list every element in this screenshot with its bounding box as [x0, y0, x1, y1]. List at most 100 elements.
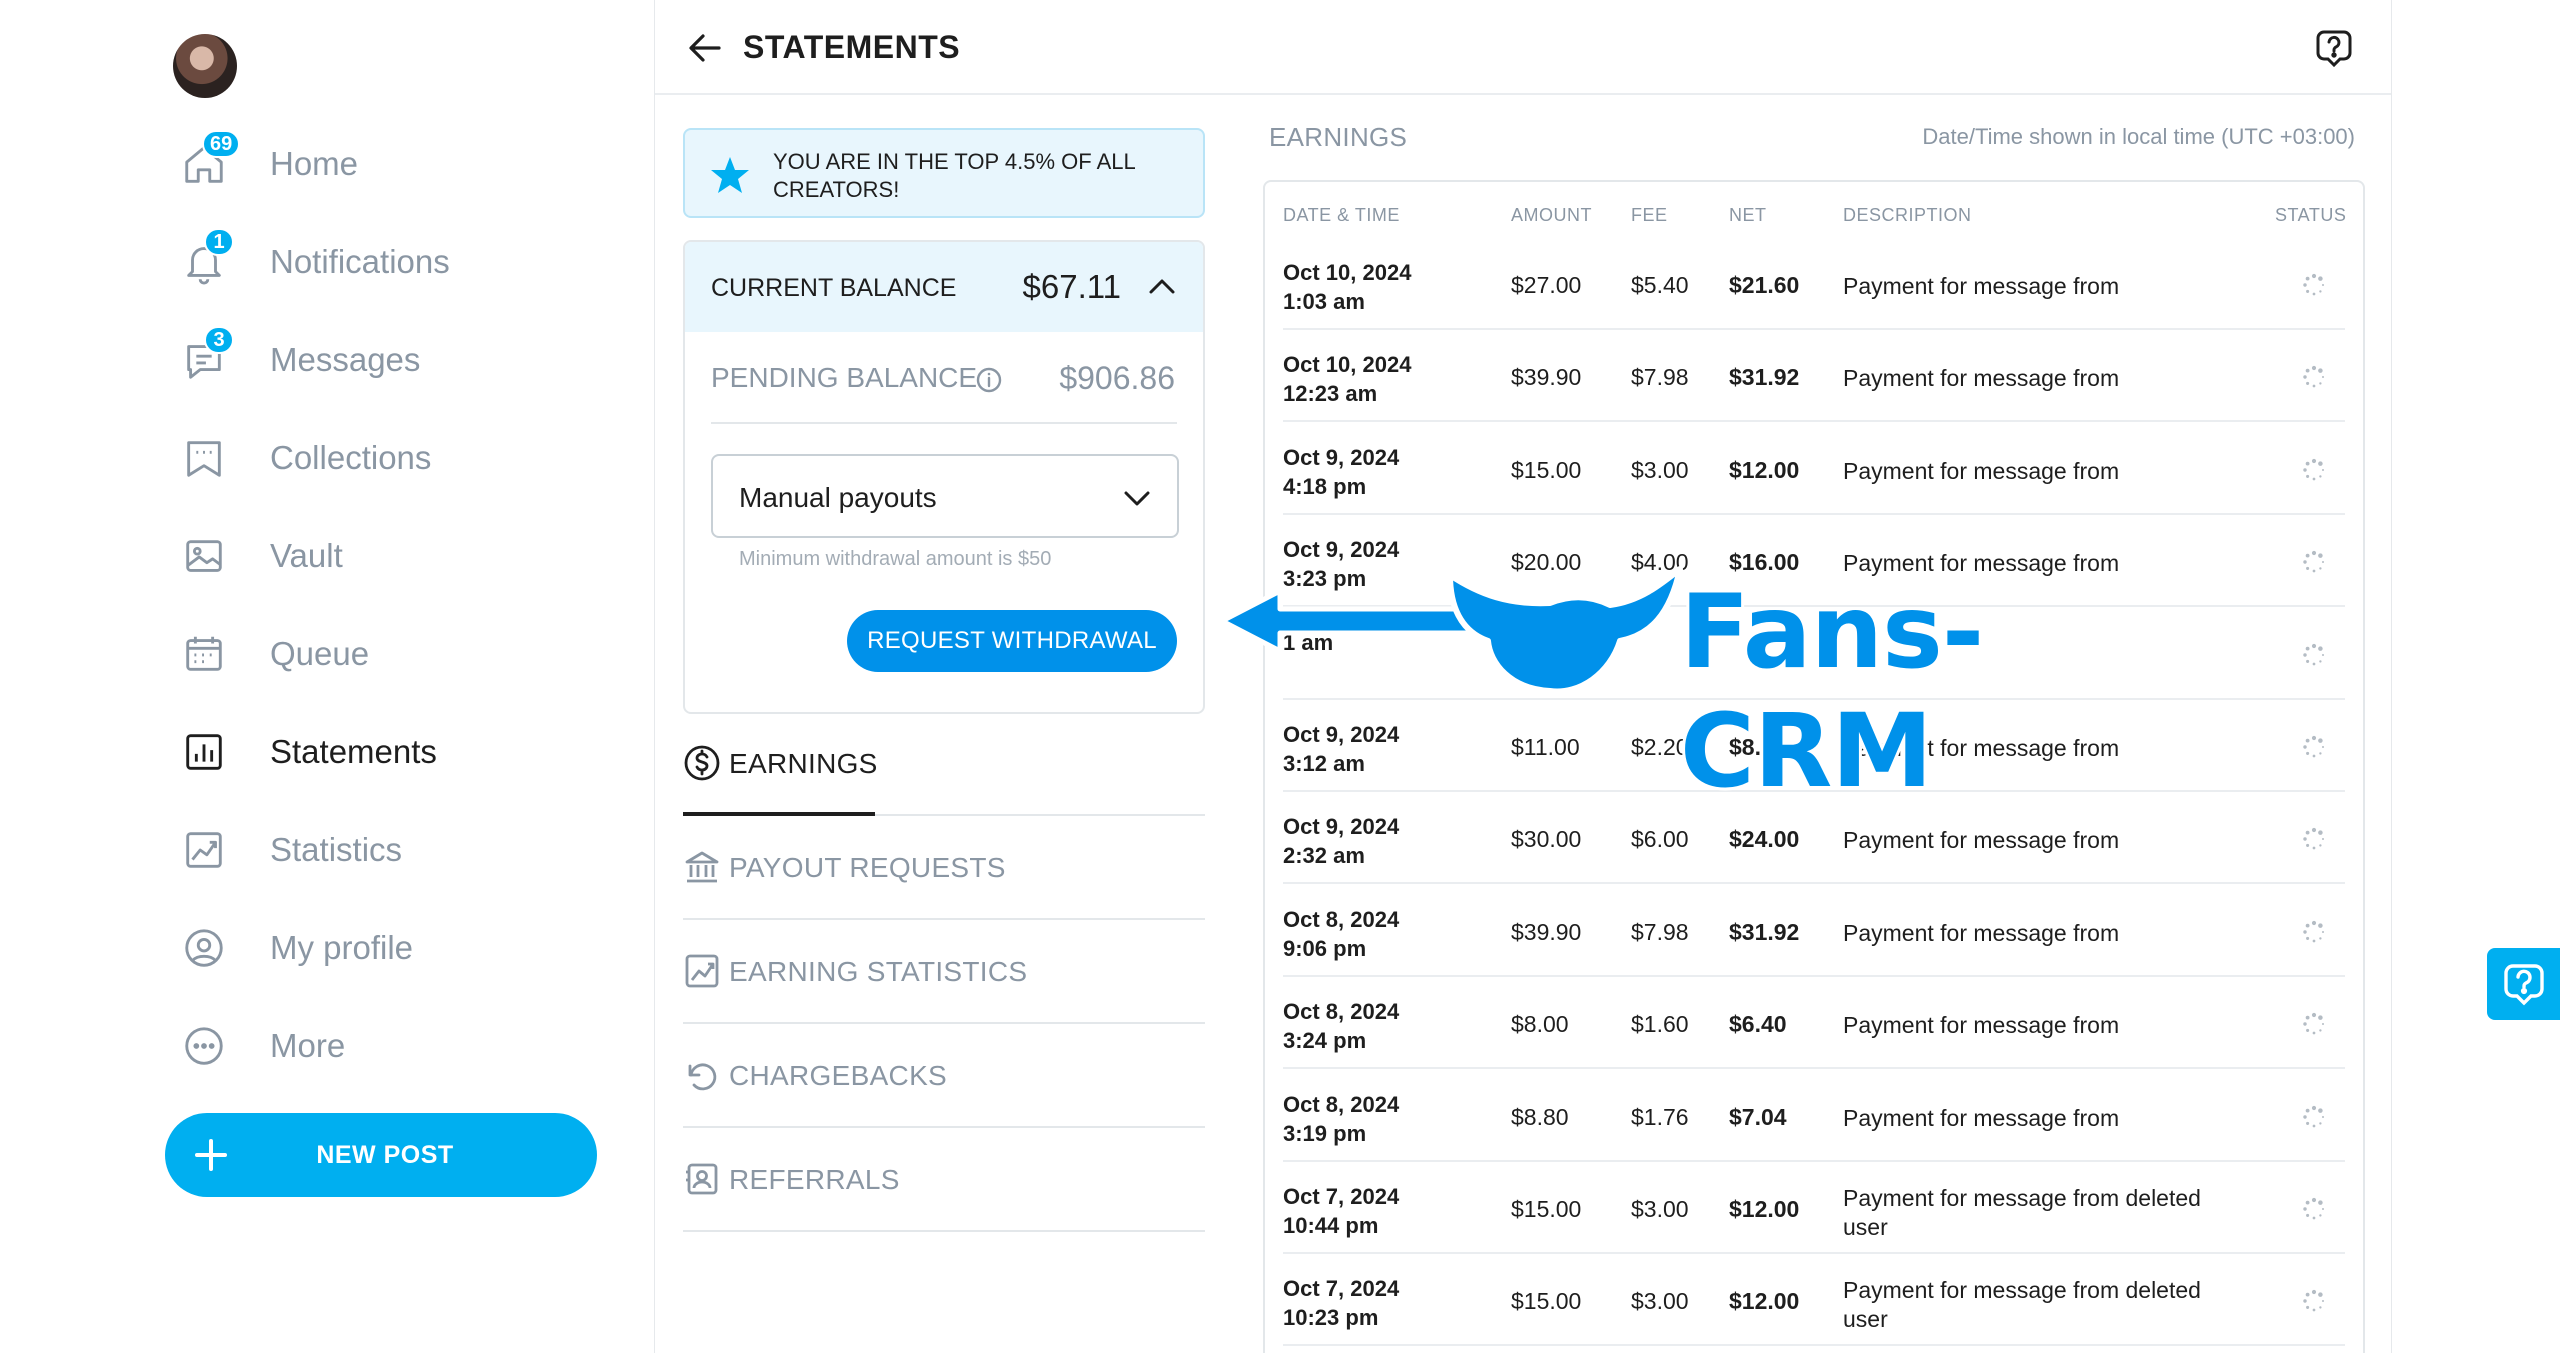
back-arrow-icon[interactable]	[685, 28, 725, 68]
row-description: Payment for message from deleted user	[1843, 1185, 2201, 1240]
table-row[interactable]: Oct 9, 2024 3:12 am $11.00 $2.20 $8.80 Paymen…	[1283, 700, 2345, 792]
tab-payout-requests[interactable]: PAYOUT REQUESTS	[683, 816, 1205, 920]
table-row[interactable]: Oct 8, 2024 3:19 pm $8.80 $1.76 $7.04 Payment…	[1283, 1070, 2345, 1162]
sidebar-item-vault[interactable]: Vault	[180, 526, 343, 586]
tab-label: REFERRALS	[729, 1164, 900, 1195]
row-description: Payment for message from	[1843, 273, 2120, 299]
table-row[interactable]: Oct 10, 2024 12:23 am $39.90 $7.98 $31.92 Pay…	[1283, 330, 2345, 423]
row-time: 3:12 am	[1283, 751, 1365, 776]
sidebar-item-label: Notifications	[270, 243, 450, 280]
sidebar-item-statistics[interactable]: Statistics	[180, 820, 402, 880]
profile-icon	[180, 924, 228, 972]
notifications-badge: 1	[204, 228, 234, 256]
row-date: Oct 8, 2024	[1283, 1091, 1400, 1117]
divider	[711, 422, 1177, 424]
row-datetime: Oct 7, 2024 10:44 pm	[1283, 1182, 1399, 1240]
row-time: 3:23 pm	[1283, 566, 1367, 592]
pending-balance-value: $906.86	[1059, 360, 1175, 396]
sidebar-item-messages[interactable]: 3 Messages	[180, 326, 421, 390]
undo-icon	[688, 1063, 717, 1091]
row-datetime: Oct 8, 2024 3:24 pm	[1283, 997, 1399, 1055]
floating-help-button[interactable]	[2487, 948, 2560, 1020]
sidebar-item-queue[interactable]: Queue	[180, 624, 369, 684]
row-time: 2:32 am	[1283, 843, 1365, 869]
sidebar-item-my-profile[interactable]: My profile	[180, 918, 413, 978]
sidebar-item-notifications[interactable]: 1 Notifications	[180, 228, 450, 292]
row-amount: $20.00	[1511, 549, 1582, 576]
row-amount: $8.00	[1511, 1011, 1569, 1038]
row-datetime: Oct 10, 2024 1:03 am	[1283, 258, 1411, 316]
row-net: $12.00	[1729, 1288, 1800, 1315]
table-row[interactable]: Oct 7, 2024 10:44 pm $15.00 $3.00 $12.00 Paym…	[1283, 1162, 2345, 1254]
row-net: $12.00	[1729, 1196, 1800, 1222]
timezone-note: Date/Time shown in local time (UTC +03:0…	[1922, 124, 2355, 149]
tab-chargebacks[interactable]: CHARGEBACKS	[683, 1024, 1205, 1128]
sidebar-item-more[interactable]: More	[180, 1016, 345, 1076]
sidebar-item-home[interactable]: 69 Home	[180, 130, 359, 194]
spinner-icon	[2303, 828, 2324, 850]
table-row[interactable]: Oct 10, 2024 1:03 am $27.00 $5.40 $21.60 Paym…	[1283, 238, 2345, 330]
column-header-net: NET	[1729, 205, 1767, 225]
table-row[interactable]: Oct 7, 2024 10:23 pm $15.00 $3.00 $12.00 Paym…	[1283, 1254, 2345, 1347]
row-amount: $39.90	[1511, 918, 1582, 945]
spinner-icon	[2303, 1197, 2324, 1220]
row-net: $12.00	[1729, 456, 1800, 483]
payout-mode-select[interactable]: Manual payouts	[711, 454, 1179, 538]
sidebar: 69 Home 1 Notifications 3 Messages Colle…	[0, 0, 654, 1353]
sidebar-item-label: Queue	[270, 635, 370, 672]
row-amount: $15.00	[1511, 456, 1582, 483]
table-row[interactable]: Oct 9, 2024 4:18 pm $15.00 $3.00 $12.00 Payme…	[1283, 423, 2345, 515]
messages-badge: 3	[204, 326, 234, 354]
tab-referrals[interactable]: REFERRALS	[683, 1128, 1205, 1232]
sidebar-item-label: Collections	[270, 439, 432, 476]
info-icon[interactable]	[975, 366, 1003, 394]
table-row[interactable]: Oct 9, 2024 2:32 am $30.00 $6.00 $24.00 Payme…	[1283, 792, 2345, 885]
new-post-label: NEW POST	[316, 1140, 454, 1169]
request-withdrawal-button[interactable]: REQUEST WITHDRAWAL	[847, 610, 1177, 672]
row-amount: $15.00	[1511, 1196, 1582, 1222]
row-datetime: Oct 9, 2024 4:18 pm	[1283, 443, 1399, 501]
row-description: Payment for message from	[1843, 827, 2120, 854]
column-header-date: DATE & TIME	[1283, 205, 1400, 225]
row-date: Oct 10, 2024	[1283, 352, 1412, 378]
chevron-up-icon[interactable]	[1145, 270, 1179, 304]
plus-icon	[193, 1137, 229, 1173]
avatar[interactable]	[173, 34, 237, 98]
help-icon	[2503, 964, 2544, 1006]
spinner-icon	[2303, 458, 2324, 481]
home-badge: 69	[202, 130, 241, 158]
column-header-description: DESCRIPTION	[1843, 205, 1972, 225]
sidebar-item-label: Home	[270, 145, 359, 182]
tab-earning-statistics[interactable]: EARNING STATISTICS	[683, 920, 1205, 1024]
tab-earnings[interactable]: EARNINGS	[683, 712, 1205, 816]
current-balance-header[interactable]: CURRENT BALANCE $67.11	[685, 242, 1203, 332]
spinner-icon	[2303, 643, 2324, 665]
earnings-title: EARNINGS	[1269, 122, 1408, 152]
row-date: Oct 9, 2024	[1283, 722, 1400, 747]
sidebar-item-label: Messages	[270, 341, 421, 378]
page-title: STATEMENTS	[743, 29, 961, 65]
row-date: Oct 10, 2024	[1283, 260, 1412, 285]
min-withdrawal-note: Minimum withdrawal amount is $50	[739, 548, 1052, 570]
spinner-icon	[2303, 1013, 2324, 1035]
row-net: $7.04	[1729, 1103, 1787, 1130]
current-balance-label: CURRENT BALANCE	[711, 274, 957, 302]
row-description: Payment for message from	[1843, 735, 2120, 761]
row-fee: $4.00	[1631, 549, 1689, 576]
trend-icon	[180, 826, 228, 874]
new-post-button[interactable]: NEW POST	[165, 1113, 597, 1197]
image-icon	[180, 532, 228, 580]
help-icon[interactable]	[2314, 28, 2354, 68]
sidebar-item-statements[interactable]: Statements	[180, 722, 437, 782]
table-row[interactable]: 1 am	[1283, 608, 2345, 700]
row-datetime: Oct 8, 2024 9:06 pm	[1283, 905, 1399, 963]
row-date: Oct 8, 2024	[1283, 999, 1400, 1025]
tab-label: CHARGEBACKS	[729, 1060, 948, 1091]
table-row[interactable]: Oct 8, 2024 9:06 pm $39.90 $7.98 $31.92 Payme…	[1283, 885, 2345, 977]
row-datetime: Oct 9, 2024 3:23 pm	[1283, 535, 1399, 593]
row-fee: $3.00	[1631, 1288, 1689, 1315]
sidebar-item-collections[interactable]: Collections	[180, 428, 431, 488]
pending-balance-label: PENDING BALANCE	[711, 362, 978, 393]
table-row[interactable]: Oct 9, 2024 3:23 pm $20.00 $4.00 $16.00 Payme…	[1283, 515, 2345, 608]
table-row[interactable]: Oct 8, 2024 3:24 pm $8.00 $1.60 $6.40 Payment…	[1283, 977, 2345, 1070]
